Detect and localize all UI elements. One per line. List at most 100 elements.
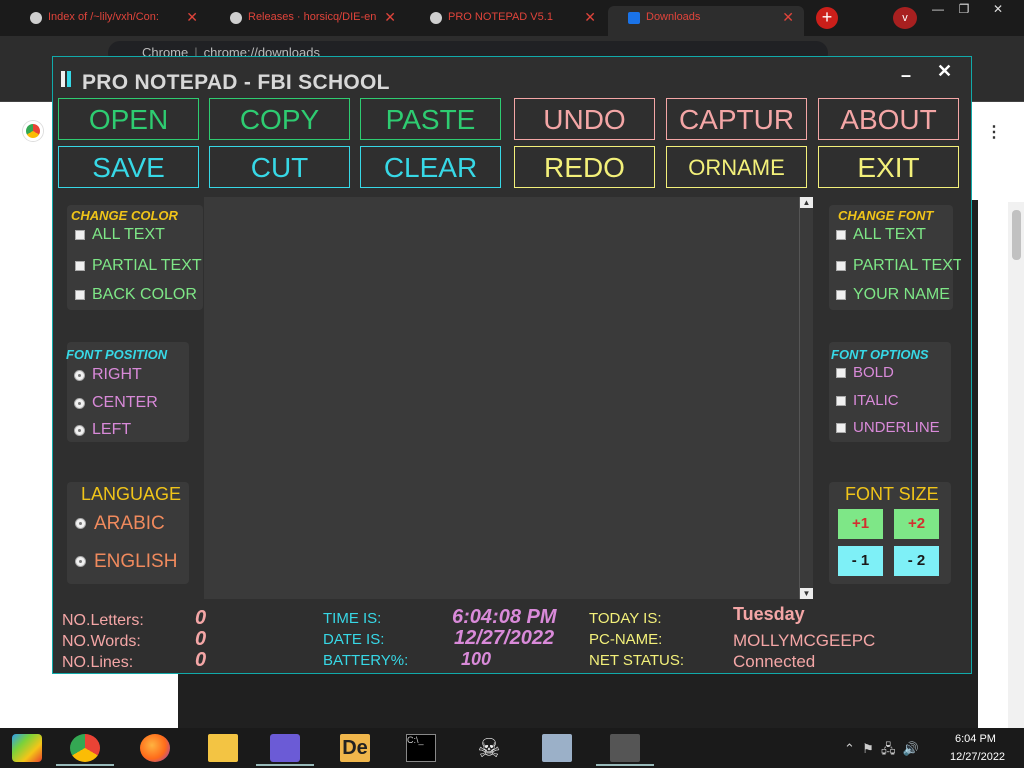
center-radio[interactable] (74, 398, 85, 409)
save-button[interactable]: SAVE (58, 146, 199, 188)
font-size-plus2-button[interactable]: +2 (894, 509, 939, 539)
paste-button[interactable]: PASTE (360, 98, 501, 140)
pro-notepad-window: PRO NOTEPAD - FBI SCHOOL – ✕ OPEN COPY P… (52, 56, 972, 674)
page-scrollbar[interactable] (1008, 202, 1024, 728)
lines-count: 0 (195, 649, 207, 671)
today-label: TODAY IS: (589, 610, 662, 627)
all-text-font-label: ALL TEXT (853, 226, 926, 243)
undo-button[interactable]: UNDO (514, 98, 655, 140)
skull-icon: ☠ (477, 733, 501, 763)
tab-title: Downloads (646, 11, 701, 23)
more-options-icon[interactable]: ⋮ (986, 122, 1002, 142)
tab-releases[interactable]: Releases · horsicq/DIE-en ✕ (210, 6, 406, 36)
bold-checkbox[interactable] (836, 368, 846, 378)
partial-text-font-checkbox[interactable] (836, 261, 846, 271)
tab-title: PRO NOTEPAD V5.1 (448, 11, 553, 23)
exit-button[interactable]: EXIT (818, 146, 959, 188)
pc-name-value: MOLLYMCGEEPC (733, 631, 876, 650)
partial-text-color-label: PARTIAL TEXT (92, 257, 202, 274)
scroll-up-icon[interactable]: ▲ (800, 197, 813, 208)
all-text-color-label: ALL TEXT (92, 226, 165, 243)
arabic-label: ARABIC (94, 513, 165, 534)
english-radio[interactable] (75, 556, 86, 567)
globe-icon (430, 12, 442, 24)
cut-button[interactable]: CUT (209, 146, 350, 188)
arabic-radio[interactable] (75, 518, 86, 529)
window-minimize-button[interactable]: — (924, 2, 952, 18)
all-text-color-checkbox[interactable] (75, 230, 85, 240)
your-name-label: YOUR NAME (853, 286, 950, 303)
right-radio[interactable] (74, 370, 85, 381)
language-title: LANGUAGE (81, 484, 182, 504)
clock-time[interactable]: 6:04 PM (955, 733, 996, 745)
date-value: 12/27/2022 (454, 627, 555, 649)
text-editor-area[interactable] (204, 197, 800, 599)
pc-name-label: PC-NAME: (589, 631, 663, 648)
tab-search-button[interactable]: v (893, 7, 917, 29)
net-status-label: NET STATUS: (589, 652, 685, 669)
close-tab-icon[interactable]: ✕ (186, 9, 198, 26)
back-color-checkbox[interactable] (75, 290, 85, 300)
close-tab-icon[interactable]: ✕ (782, 9, 794, 26)
github-icon (230, 12, 242, 24)
redo-button[interactable]: REDO (514, 146, 655, 188)
letters-count: 0 (195, 607, 207, 629)
monitor-icon (542, 734, 572, 762)
page-scroll-thumb[interactable] (1012, 210, 1021, 260)
letters-label: NO.Letters: (62, 612, 144, 629)
taskbar-detect-it-easy[interactable]: De (326, 730, 384, 766)
font-size-minus2-button[interactable]: - 2 (894, 546, 939, 576)
your-name-checkbox[interactable] (836, 290, 846, 300)
bold-label: BOLD (853, 364, 894, 381)
download-icon (628, 12, 640, 24)
right-label: RIGHT (92, 366, 142, 383)
net-status-value: Connected (733, 652, 816, 671)
taskbar-monitor-app[interactable] (528, 730, 586, 766)
orname-button[interactable]: ORNAME (666, 146, 807, 188)
close-tab-icon[interactable]: ✕ (384, 9, 396, 26)
taskbar-firefox[interactable] (126, 730, 184, 766)
italic-checkbox[interactable] (836, 396, 846, 406)
copy-button[interactable]: COPY (209, 98, 350, 140)
tab-downloads[interactable]: Downloads ✕ (608, 6, 804, 36)
all-text-font-checkbox[interactable] (836, 230, 846, 240)
date-label: DATE IS: (323, 631, 385, 648)
app-minimize-button[interactable]: – (901, 65, 911, 86)
capture-button[interactable]: CAPTUR (666, 98, 807, 140)
clock-date[interactable]: 12/27/2022 (950, 751, 1005, 763)
app-close-button[interactable]: ✕ (937, 61, 952, 82)
editor-scrollbar[interactable]: ▲ ▼ (799, 197, 813, 599)
open-button[interactable]: OPEN (58, 98, 199, 140)
underline-checkbox[interactable] (836, 423, 846, 433)
app-title: PRO NOTEPAD - FBI SCHOOL (82, 71, 390, 94)
page-favicon-icon (30, 12, 42, 24)
window-close-button[interactable]: ✕ (984, 2, 1012, 18)
font-size-minus1-button[interactable]: - 1 (838, 546, 883, 576)
terminal-icon: C:\_ (406, 734, 436, 762)
tab-index-of-lily[interactable]: Index of /~lily/vxh/Con: ✕ (10, 6, 208, 36)
time-label: TIME IS: (323, 610, 382, 627)
system-tray[interactable]: ⌃ ⚑ 🖧 🔊 (844, 740, 919, 762)
close-tab-icon[interactable]: ✕ (584, 9, 596, 26)
clear-button[interactable]: CLEAR (360, 146, 501, 188)
change-font-title: CHANGE FONT (838, 208, 934, 223)
taskbar-notepad-app[interactable] (596, 730, 654, 766)
left-radio[interactable] (74, 425, 85, 436)
partial-text-color-checkbox[interactable] (75, 261, 85, 271)
about-button[interactable]: ABOUT (818, 98, 959, 140)
tab-pro-notepad[interactable]: PRO NOTEPAD V5.1 ✕ (410, 6, 606, 36)
font-position-title: FONT POSITION (66, 347, 168, 362)
taskbar-command-prompt[interactable]: C:\_ (392, 730, 450, 766)
new-tab-button[interactable]: + (816, 7, 838, 29)
window-maximize-button[interactable]: ❐ (950, 2, 978, 18)
taskbar-people[interactable] (256, 730, 314, 766)
font-size-plus1-button[interactable]: +1 (838, 509, 883, 539)
start-button[interactable] (0, 730, 58, 766)
scroll-down-icon[interactable]: ▼ (800, 588, 813, 599)
taskbar-file-explorer[interactable] (194, 730, 252, 766)
taskbar-chrome[interactable] (56, 730, 114, 766)
today-value: Tuesday (733, 604, 805, 624)
font-options-title: FONT OPTIONS (831, 347, 929, 362)
taskbar-skull-app[interactable]: ☠ (460, 730, 518, 766)
lines-label: NO.Lines: (62, 654, 134, 671)
